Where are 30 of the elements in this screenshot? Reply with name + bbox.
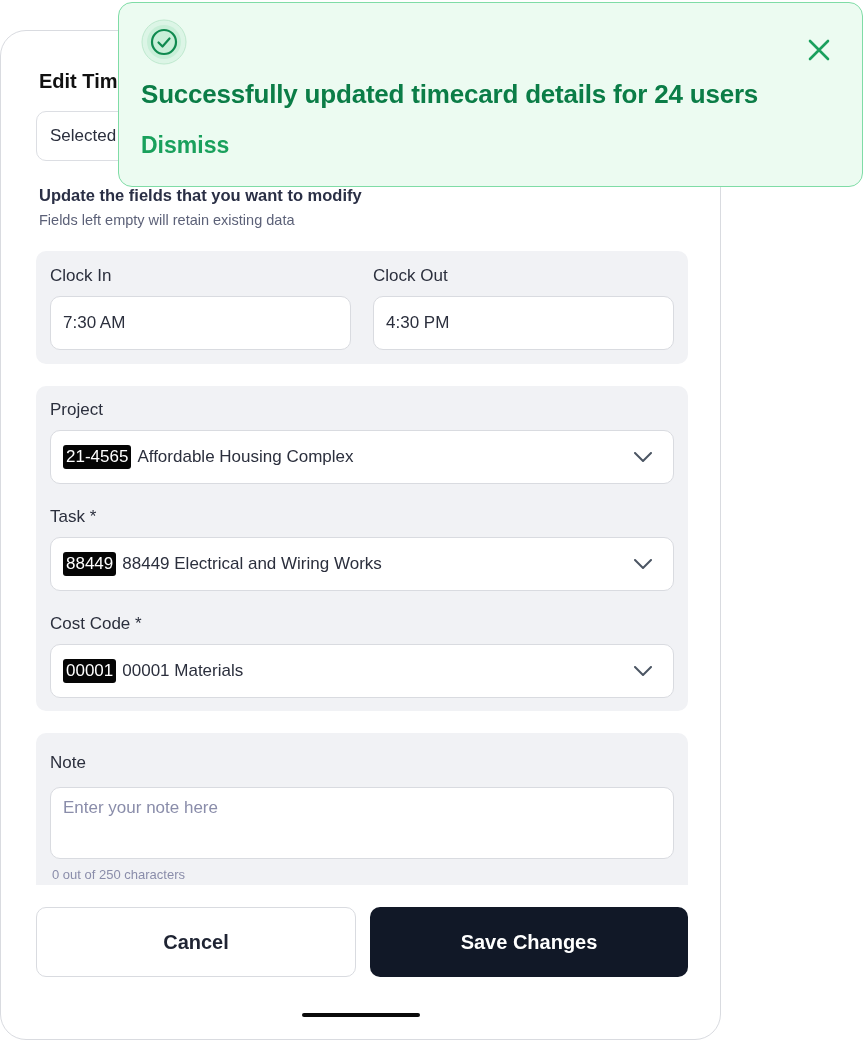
select-field[interactable]: 00001 00001 Materials bbox=[50, 644, 674, 698]
code-tag: 88449 bbox=[63, 552, 117, 576]
select-field[interactable]: 88449 88449 Electrical and Wiring Works bbox=[50, 537, 674, 591]
time-field[interactable]: 7:30 AM bbox=[50, 296, 351, 350]
field-label: Cost Code * bbox=[50, 614, 142, 634]
field-label: Project bbox=[50, 400, 103, 420]
section-heading: Update the fields that you want to modify bbox=[39, 186, 363, 205]
section-hint: Fields left empty will retain existing data bbox=[39, 212, 296, 228]
select-value: 88449 Electrical and Wiring Works bbox=[122, 554, 383, 574]
check-circle-icon bbox=[141, 19, 187, 65]
time-field[interactable]: 4:30 PM bbox=[373, 296, 674, 350]
chevron-down-icon bbox=[634, 666, 652, 676]
chevron-down-icon bbox=[634, 559, 652, 569]
select-field[interactable]: 21-4565 Affordable Housing Complex bbox=[50, 430, 674, 484]
modal-title: Edit Tim bbox=[39, 69, 119, 93]
close-icon[interactable] bbox=[808, 39, 830, 61]
toast-message: Successfully updated timecard details for 24 users bbox=[141, 79, 760, 110]
action-button[interactable]: Cancel bbox=[36, 907, 356, 977]
character-counter: 0 out of 250 characters bbox=[52, 867, 185, 882]
field-label: Task * bbox=[50, 507, 97, 527]
field-label: Note bbox=[50, 753, 86, 773]
field-label: Clock In bbox=[50, 266, 112, 286]
note-field[interactable]: Enter your note here bbox=[50, 787, 674, 859]
select-value: 00001 Materials bbox=[122, 661, 245, 681]
select-value: Affordable Housing Complex bbox=[137, 447, 355, 467]
code-tag: 21-4565 bbox=[63, 445, 132, 469]
action-button[interactable]: Save Changes bbox=[370, 907, 688, 977]
chevron-down-icon bbox=[634, 452, 652, 462]
code-tag: 00001 bbox=[63, 659, 117, 683]
field-label: Clock Out bbox=[373, 266, 448, 286]
